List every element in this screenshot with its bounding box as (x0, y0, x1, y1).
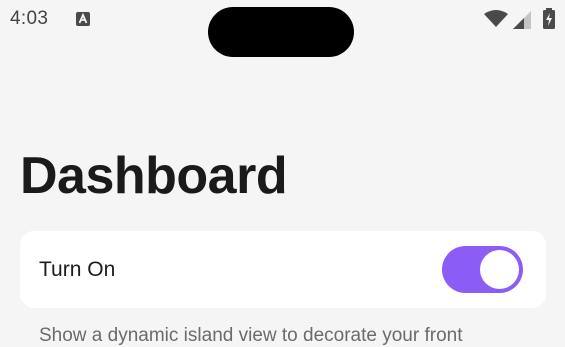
notification-a-icon (76, 12, 90, 26)
battery-charging-icon (543, 8, 555, 29)
toggle-label: Turn On (39, 258, 116, 281)
settings-card: Turn On (20, 231, 546, 308)
wifi-icon (484, 10, 508, 27)
cellular-signal-icon (513, 11, 531, 29)
turn-on-toggle[interactable] (442, 246, 523, 293)
status-bar: 4:03 (0, 0, 565, 57)
toggle-knob (480, 250, 519, 289)
description-text: Show a dynamic island view to decorate y… (39, 325, 463, 346)
status-time: 4:03 (10, 8, 49, 29)
page-title: Dashboard (20, 147, 288, 205)
dynamic-island (208, 7, 354, 57)
